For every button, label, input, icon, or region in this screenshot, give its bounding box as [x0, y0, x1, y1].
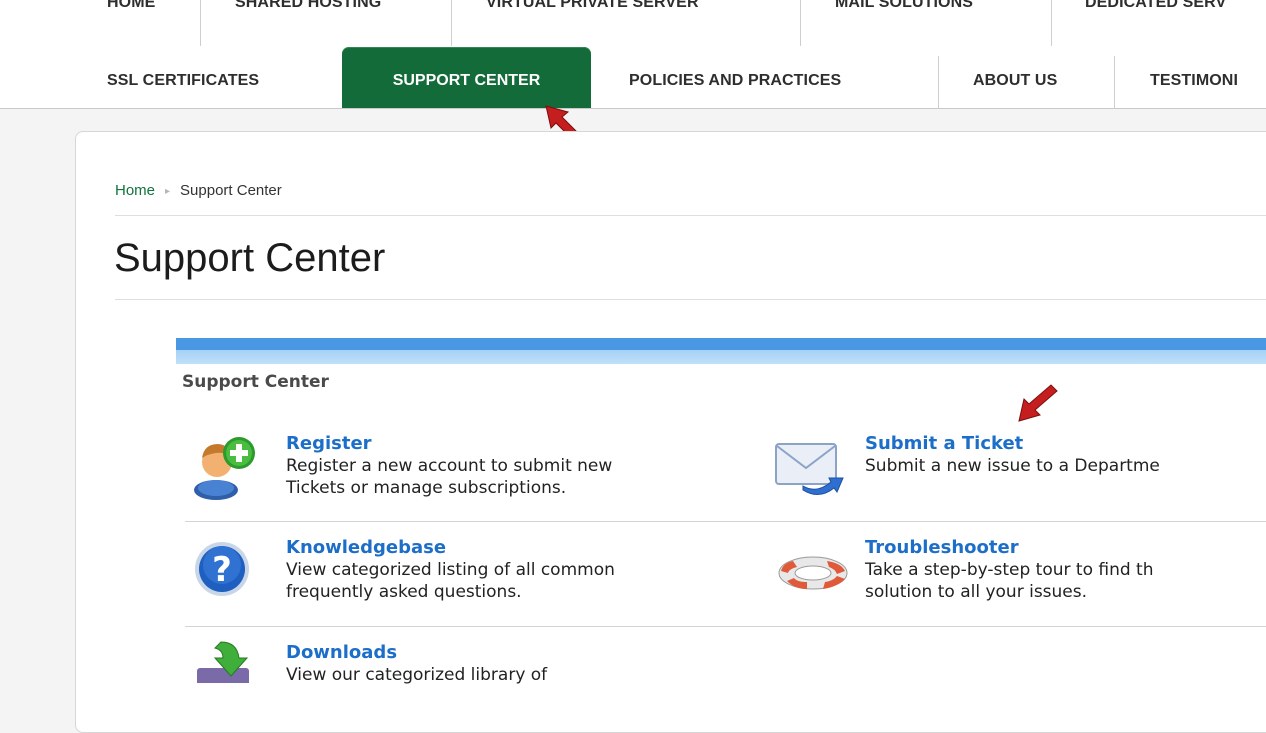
- nav-ssl-certificates[interactable]: SSL CERTIFICATES: [107, 72, 259, 90]
- page-title: Support Center: [114, 236, 386, 280]
- download-icon: [197, 641, 249, 683]
- nav-about-us[interactable]: ABOUT US: [973, 72, 1057, 90]
- main-navigation: HOME SHARED HOSTING VIRTUAL PRIVATE SERV…: [0, 0, 1266, 109]
- nav-policies-and-practices[interactable]: POLICIES AND PRACTICES: [629, 72, 841, 90]
- svg-text:?: ?: [212, 550, 232, 590]
- breadcrumb: Home ▸ Support Center: [115, 182, 282, 199]
- troubleshooter-link[interactable]: Troubleshooter: [865, 537, 1154, 559]
- register-link[interactable]: Register: [286, 433, 612, 455]
- submit-ticket-description: Submit a new issue to a Departme: [865, 456, 1160, 476]
- row-divider: [185, 626, 1266, 627]
- nav-testimonials[interactable]: TESTIMONI: [1150, 72, 1238, 90]
- knowledgebase-link[interactable]: Knowledgebase: [286, 537, 615, 559]
- nav-divider: [200, 0, 201, 46]
- support-header-bar: [176, 338, 1266, 364]
- title-divider: [115, 299, 1266, 300]
- question-mark-icon: ?: [195, 542, 249, 596]
- nav-dedicated-servers[interactable]: DEDICATED SERV: [1085, 0, 1226, 12]
- annotation-arrow-icon: [1018, 384, 1058, 422]
- nav-shared-hosting[interactable]: SHARED HOSTING: [235, 0, 381, 12]
- nav-support-center-label: SUPPORT CENTER: [392, 72, 541, 89]
- nav-divider: [1051, 0, 1052, 46]
- submit-ticket-item: Submit a Ticket Submit a new issue to a …: [865, 433, 1160, 477]
- nav-divider: [451, 0, 452, 46]
- nav-home[interactable]: HOME: [107, 0, 155, 12]
- submit-ticket-link[interactable]: Submit a Ticket: [865, 433, 1160, 455]
- downloads-link[interactable]: Downloads: [286, 642, 547, 664]
- support-center-heading: Support Center: [182, 372, 329, 392]
- downloads-item: Downloads View our categorized library o…: [286, 642, 547, 686]
- breadcrumb-divider: [115, 215, 1266, 216]
- nav-support-center-active[interactable]: SUPPORT CENTER: [342, 47, 591, 108]
- nav-divider: [800, 0, 801, 46]
- knowledgebase-item: Knowledgebase View categorized listing o…: [286, 537, 615, 603]
- knowledgebase-description: View categorized listing of all common f…: [286, 560, 615, 602]
- envelope-icon: [775, 443, 844, 495]
- lifebuoy-icon: [778, 556, 848, 590]
- nav-mail-solutions[interactable]: MAIL SOLUTIONS: [835, 0, 973, 12]
- nav-divider: [938, 56, 939, 108]
- register-description: Register a new account to submit new Tic…: [286, 456, 613, 498]
- breadcrumb-current: Support Center: [180, 182, 282, 199]
- nav-divider: [1114, 56, 1115, 108]
- register-user-icon: [194, 437, 255, 500]
- row-divider: [185, 521, 1266, 522]
- nav-virtual-private-server[interactable]: VIRTUAL PRIVATE SERVER: [486, 0, 699, 12]
- breadcrumb-separator-icon: ▸: [165, 186, 171, 197]
- troubleshooter-description: Take a step-by-step tour to find th solu…: [865, 560, 1154, 602]
- troubleshooter-item: Troubleshooter Take a step-by-step tour …: [865, 537, 1154, 603]
- register-item: Register Register a new account to submi…: [286, 433, 612, 499]
- breadcrumb-home-link[interactable]: Home: [115, 182, 155, 199]
